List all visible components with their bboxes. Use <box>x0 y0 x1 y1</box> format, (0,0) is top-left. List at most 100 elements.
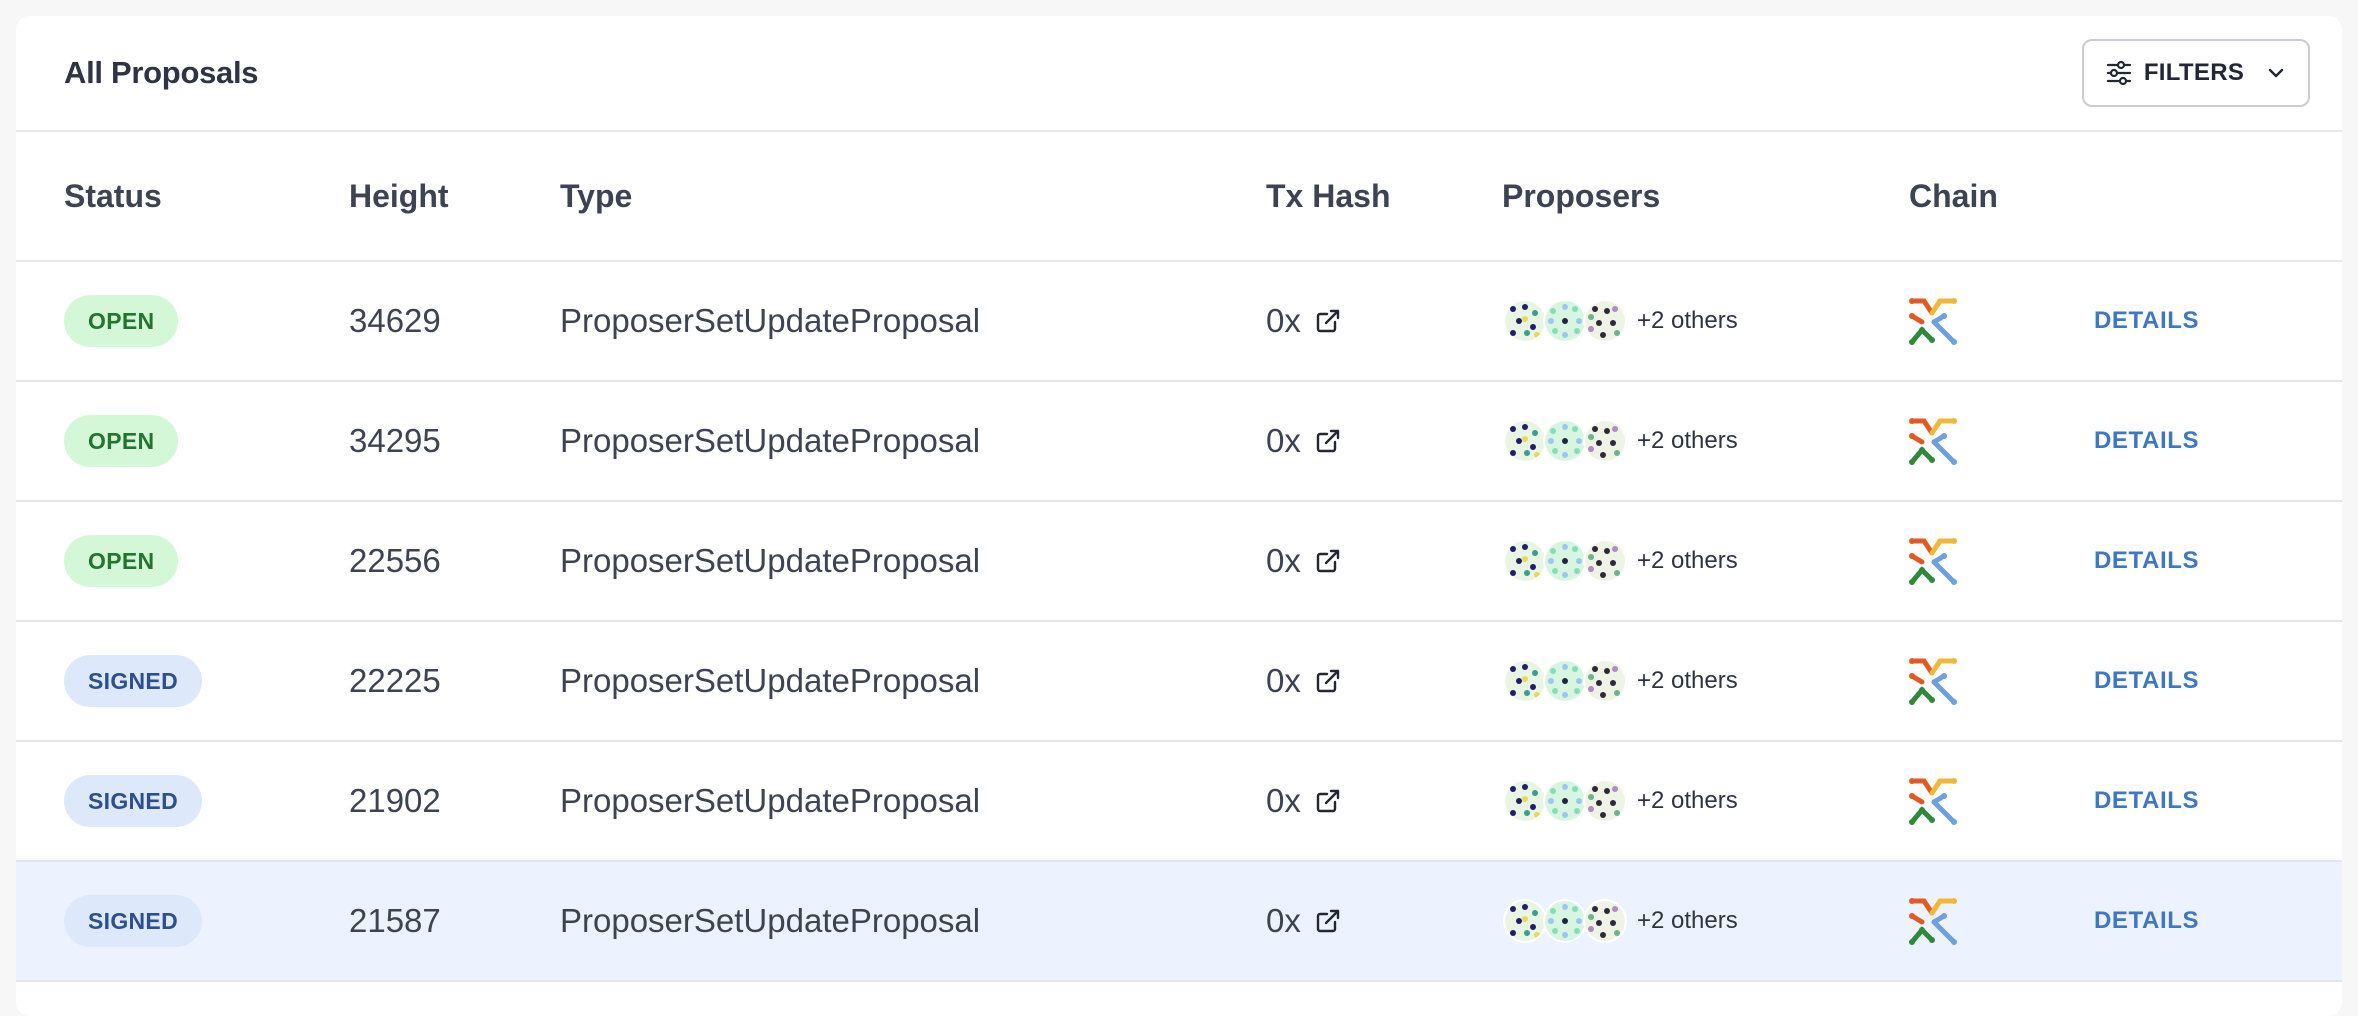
proposer-avatar-icon <box>1503 299 1547 343</box>
column-header-proposers[interactable]: Proposers <box>1502 132 1660 260</box>
table-header: Status Height Type Tx Hash Proposers Cha… <box>16 132 2342 262</box>
height-value: 22556 <box>349 542 441 579</box>
tx-hash-value: 0x <box>1266 422 1301 459</box>
table-row[interactable]: SIGNED 21587 ProposerSetUpdateProposal 0… <box>16 862 2342 982</box>
other-proposers-count: +2 others <box>1637 307 1738 334</box>
other-proposers-count: +2 others <box>1637 427 1738 454</box>
chain-cell <box>1908 742 1958 860</box>
proposer-avatar-icon <box>1543 419 1587 463</box>
details-link[interactable]: DETAILS <box>2094 307 2199 335</box>
proposal-type: ProposerSetUpdateProposal <box>560 662 981 699</box>
column-header-status[interactable]: Status <box>64 132 162 260</box>
proposer-avatar-icon <box>1583 419 1627 463</box>
column-header-height[interactable]: Height <box>349 132 449 260</box>
chain-cell <box>1908 382 1958 500</box>
external-link-icon[interactable] <box>1315 788 1341 814</box>
table-row[interactable]: OPEN 34629 ProposerSetUpdateProposal 0x <box>16 262 2342 382</box>
column-header-type[interactable]: Type <box>560 132 632 260</box>
proposer-avatar-icon <box>1543 659 1587 703</box>
status-badge: SIGNED <box>64 895 202 947</box>
proposer-avatar-icon <box>1503 899 1547 943</box>
proposer-avatar-icon <box>1543 299 1587 343</box>
status-badge: OPEN <box>64 415 179 467</box>
details-link[interactable]: DETAILS <box>2094 547 2199 575</box>
height-value: 21902 <box>349 782 441 819</box>
proposers-cell: +2 others <box>1503 382 1738 500</box>
proposer-avatars[interactable] <box>1503 779 1627 823</box>
chain-cell <box>1908 622 1958 740</box>
details-link[interactable]: DETAILS <box>2094 787 2199 815</box>
filters-label: FILTERS <box>2143 59 2245 86</box>
height-value: 22225 <box>349 662 441 699</box>
table-row[interactable]: OPEN 34295 ProposerSetUpdateProposal 0x <box>16 382 2342 502</box>
chain-logo-icon <box>1908 776 1958 826</box>
table-row[interactable]: OPEN 22556 ProposerSetUpdateProposal 0x <box>16 502 2342 622</box>
chain-cell <box>1908 502 1958 620</box>
proposer-avatar-icon <box>1583 539 1627 583</box>
other-proposers-count: +2 others <box>1637 667 1738 694</box>
external-link-icon[interactable] <box>1315 428 1341 454</box>
proposer-avatar-icon <box>1583 779 1627 823</box>
table-row[interactable]: SIGNED 22225 ProposerSetUpdateProposal 0… <box>16 622 2342 742</box>
proposer-avatars[interactable] <box>1503 419 1627 463</box>
tx-hash-value: 0x <box>1266 302 1301 339</box>
proposal-type: ProposerSetUpdateProposal <box>560 302 981 339</box>
proposer-avatars[interactable] <box>1503 539 1627 583</box>
proposers-cell: +2 others <box>1503 742 1738 860</box>
height-value: 21587 <box>349 902 441 939</box>
chain-logo-icon <box>1908 656 1958 706</box>
chain-logo-icon <box>1908 296 1958 346</box>
proposers-cell: +2 others <box>1503 862 1738 980</box>
proposal-type: ProposerSetUpdateProposal <box>560 542 981 579</box>
details-link[interactable]: DETAILS <box>2094 907 2199 935</box>
proposer-avatars[interactable] <box>1503 299 1627 343</box>
filters-button[interactable]: FILTERS <box>2082 39 2310 107</box>
height-value: 34629 <box>349 302 441 339</box>
proposer-avatars[interactable] <box>1503 899 1627 943</box>
proposer-avatar-icon <box>1503 779 1547 823</box>
proposals-card: All Proposals FILTERS Status Height Type… <box>16 16 2342 1016</box>
card-header: All Proposals FILTERS <box>16 16 2342 132</box>
details-link[interactable]: DETAILS <box>2094 667 2199 695</box>
tx-hash-link[interactable]: 0x <box>1266 382 1341 500</box>
external-link-icon[interactable] <box>1315 308 1341 334</box>
table-body: OPEN 34629 ProposerSetUpdateProposal 0x <box>16 262 2342 982</box>
page-title: All Proposals <box>64 55 259 90</box>
proposal-type: ProposerSetUpdateProposal <box>560 422 981 459</box>
external-link-icon[interactable] <box>1315 548 1341 574</box>
proposer-avatar-icon <box>1503 539 1547 583</box>
external-link-icon[interactable] <box>1315 668 1341 694</box>
status-badge: SIGNED <box>64 655 202 707</box>
tx-hash-link[interactable]: 0x <box>1266 262 1341 380</box>
chevron-down-icon <box>2266 63 2286 83</box>
proposer-avatar-icon <box>1503 419 1547 463</box>
chain-logo-icon <box>1908 896 1958 946</box>
proposal-type: ProposerSetUpdateProposal <box>560 782 981 819</box>
tx-hash-link[interactable]: 0x <box>1266 742 1341 860</box>
details-link[interactable]: DETAILS <box>2094 427 2199 455</box>
proposal-type: ProposerSetUpdateProposal <box>560 902 981 939</box>
status-badge: OPEN <box>64 535 179 587</box>
other-proposers-count: +2 others <box>1637 907 1738 934</box>
chain-logo-icon <box>1908 536 1958 586</box>
tx-hash-link[interactable]: 0x <box>1266 502 1341 620</box>
table-row[interactable]: SIGNED 21902 ProposerSetUpdateProposal 0… <box>16 742 2342 862</box>
proposer-avatar-icon <box>1543 779 1587 823</box>
chain-cell <box>1908 862 1958 980</box>
column-header-chain[interactable]: Chain <box>1909 132 1998 260</box>
proposer-avatar-icon <box>1543 899 1587 943</box>
column-header-tx-hash[interactable]: Tx Hash <box>1266 132 1390 260</box>
proposer-avatar-icon <box>1503 659 1547 703</box>
tx-hash-value: 0x <box>1266 782 1301 819</box>
tx-hash-link[interactable]: 0x <box>1266 622 1341 740</box>
chain-cell <box>1908 262 1958 380</box>
other-proposers-count: +2 others <box>1637 787 1738 814</box>
tx-hash-value: 0x <box>1266 902 1301 939</box>
proposer-avatar-icon <box>1583 659 1627 703</box>
proposer-avatars[interactable] <box>1503 659 1627 703</box>
other-proposers-count: +2 others <box>1637 547 1738 574</box>
tx-hash-value: 0x <box>1266 662 1301 699</box>
external-link-icon[interactable] <box>1315 908 1341 934</box>
chain-logo-icon <box>1908 416 1958 466</box>
tx-hash-link[interactable]: 0x <box>1266 862 1341 980</box>
